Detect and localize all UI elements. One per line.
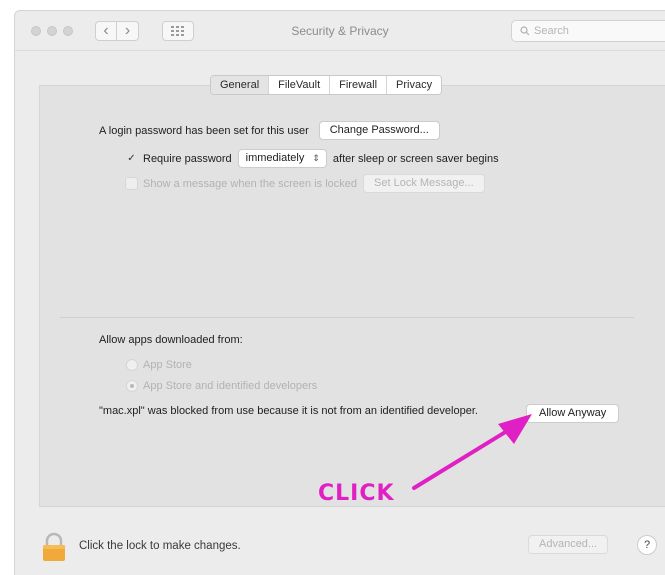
- tab-bar: General FileVault Firewall Privacy: [210, 75, 443, 95]
- help-button[interactable]: ?: [637, 535, 657, 555]
- lock-hint-text: Click the lock to make changes.: [79, 540, 241, 552]
- tab-firewall[interactable]: Firewall: [330, 76, 388, 94]
- tab-filevault[interactable]: FileVault: [269, 76, 331, 94]
- click-annotation-label: CLICK: [318, 481, 395, 506]
- tab-general[interactable]: General: [211, 76, 270, 94]
- lock-icon[interactable]: [41, 532, 67, 562]
- advanced-button[interactable]: Advanced...: [528, 535, 609, 554]
- tab-privacy[interactable]: Privacy: [387, 76, 442, 94]
